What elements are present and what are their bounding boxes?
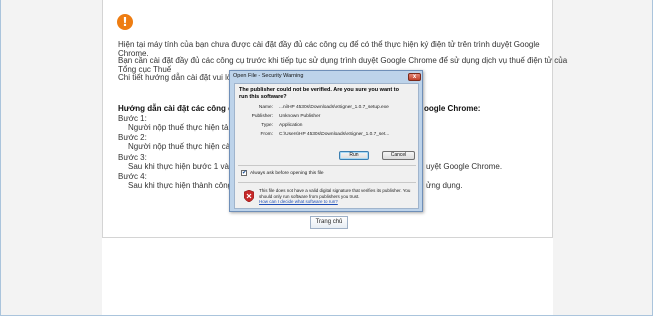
type-label: Type: [261, 123, 273, 128]
divider [238, 165, 416, 166]
info-line-3: Bạn cần cài đặt đầy đủ các công cụ trước… [118, 56, 568, 65]
dialog-heading: The publisher could not be verified. Are… [239, 87, 399, 100]
guide-heading-tail: oogle Chrome: [424, 104, 481, 113]
signature-warning: This file does not have a valid digital … [259, 188, 414, 205]
close-button[interactable]: x [408, 73, 421, 81]
signature-warning-text: This file does not have a valid digital … [259, 188, 411, 199]
shield-error-icon [244, 190, 254, 202]
name-label: Name: [258, 105, 273, 110]
step-3-text-tail: uyệt Google Chrome. [426, 162, 503, 171]
page-margin-right [553, 0, 652, 315]
step-4-label: Bước 4: [118, 172, 147, 181]
guide-heading: Hướng dẫn cài đặt các công cụ [118, 104, 238, 113]
security-warning-dialog: Open File - Security Warning x The publi… [229, 70, 423, 212]
from-value: C:\Users\HP 4530s\Downloads\eSigner_1.0.… [279, 132, 390, 137]
cancel-button[interactable]: Cancel [382, 151, 415, 160]
always-ask-checkbox[interactable]: ✔ [241, 170, 247, 176]
step-3-text: Sau khi thực hiện bước 1 và 2 [128, 162, 236, 171]
step-2-text: Người nộp thuế thực hiện cài đ [128, 142, 239, 151]
decide-software-link[interactable]: How can I decide what software to run? [259, 199, 338, 204]
divider-2 [238, 182, 416, 183]
dialog-title: Open File - Security Warning [233, 73, 304, 79]
warning-icon: ! [117, 14, 133, 30]
page-margin-left [1, 0, 102, 315]
from-label: From: [260, 132, 273, 137]
step-4-text: Sau khi thực hiện thành công [128, 181, 233, 190]
name-value: ...ni\HP 4530s\Downloads\eSigner_1.0.7_s… [279, 105, 389, 110]
type-value: Application [279, 123, 303, 128]
step-3-label: Bước 3: [118, 153, 147, 162]
home-button[interactable]: Trang chủ [310, 216, 348, 229]
publisher-value: Unknown Publisher [279, 114, 321, 119]
info-line-1: Hiện tại máy tính của bạn chưa được cài … [118, 40, 540, 49]
step-4-text-tail: ửng dụng. [426, 181, 463, 190]
dialog-body: The publisher could not be verified. Are… [234, 83, 419, 209]
step-1-label: Bước 1: [118, 114, 147, 123]
info-line-5: Chi tiết hướng dẫn cài đặt vui lòng [118, 73, 241, 82]
step-1-text: Người nộp thuế thực hiện tải v [128, 123, 237, 132]
step-2-label: Bước 2: [118, 133, 147, 142]
run-button[interactable]: Run [339, 151, 369, 160]
always-ask-label[interactable]: Always ask before opening this file [250, 171, 324, 176]
publisher-label: Publisher: [251, 114, 273, 119]
